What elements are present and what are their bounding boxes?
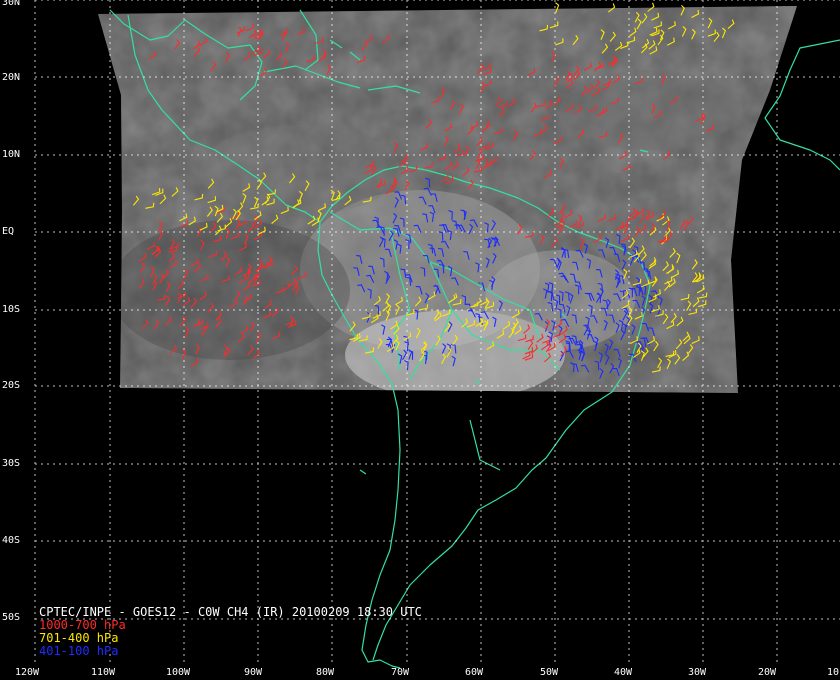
image-caption: CPTEC/INPE - GOES12 - C0W CH4 (IR) 20100…: [39, 605, 422, 619]
lon-label: 60W: [465, 667, 484, 678]
lat-label: 50S: [2, 612, 21, 623]
lat-label: 10S: [2, 304, 21, 315]
lon-label: 50W: [540, 667, 559, 678]
lon-label: 30W: [688, 667, 707, 678]
satellite-wind-map: [0, 0, 840, 680]
lon-label: 100W: [166, 667, 191, 678]
lat-label: 30S: [2, 458, 21, 469]
lon-label: 10: [827, 667, 840, 678]
lon-label: 110W: [91, 667, 116, 678]
lon-label: 90W: [244, 667, 263, 678]
lon-label: 40W: [614, 667, 633, 678]
lon-label: 120W: [15, 667, 40, 678]
legend-item-mid-level: 701-400 hPa: [39, 631, 119, 645]
lat-label: 20N: [2, 72, 21, 83]
lat-label: 20S: [2, 380, 21, 391]
lat-label: 30N: [2, 0, 21, 8]
lon-label: 20W: [758, 667, 777, 678]
legend-item-low-level: 1000-700 hPa: [39, 618, 126, 632]
lon-label: 80W: [316, 667, 335, 678]
lat-label: 10N: [2, 149, 21, 160]
legend-item-high-level: 401-100 hPa: [39, 644, 119, 658]
lat-label: EQ: [2, 226, 15, 237]
lat-label: 40S: [2, 535, 21, 546]
lon-label: 70W: [391, 667, 410, 678]
